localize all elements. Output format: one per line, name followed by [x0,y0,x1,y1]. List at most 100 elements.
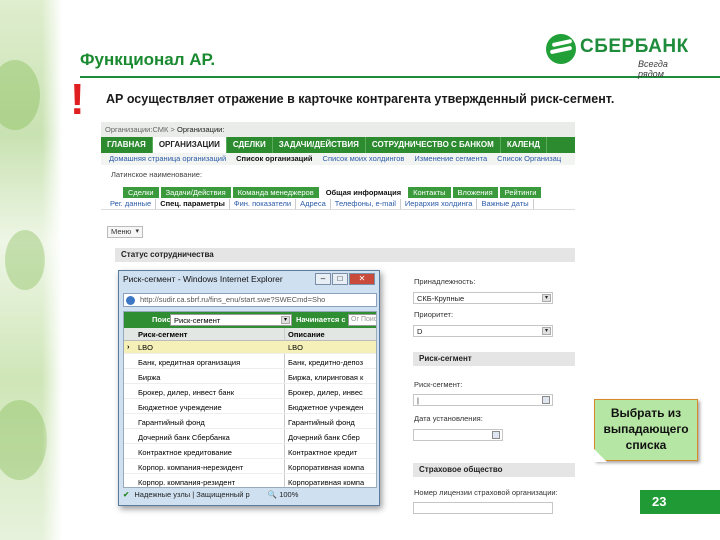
calendar-icon[interactable] [492,431,500,439]
tab-tasks[interactable]: Задачи/Действия [160,187,231,198]
cell-description: Биржа, клиринговая к [288,373,364,382]
main-nav-item[interactable]: СДЕЛКИ [227,137,273,153]
cell-risk-segment: Дочерний банк Сбербанка [138,433,230,442]
main-nav-item-active[interactable]: ОРГАНИЗАЦИИ [152,137,227,153]
search-input[interactable]: Ог Поиск [348,314,376,326]
search-row: Поиск Риск-сегмент ▾ Начинается с Ог Пои… [124,312,376,328]
main-nav-item[interactable]: КАЛЕНД [501,137,547,153]
logo-name: СБЕРБАНК [580,36,689,57]
menu-button[interactable]: Меню [107,226,143,238]
grid-header: Риск-сегмент Описание [124,328,376,341]
subtab-holding-hierarchy[interactable]: Иерархия холдинга [401,199,478,209]
tab-team[interactable]: Команда менеджеров [232,187,319,198]
chevron-down-icon[interactable]: ▾ [281,316,290,324]
section-risk-header: Риск-сегмент [413,352,575,366]
cell-risk-segment: LBO [138,343,154,352]
priority-select[interactable]: D ▾ [413,325,553,337]
license-number-field[interactable] [413,502,553,514]
table-row[interactable]: Банк, кредитная организация Банк, кредит… [124,356,376,369]
zoom-icon: 🔍 [267,490,278,499]
main-nav-item[interactable]: ЗАДАЧИ/ДЕЙСТВИЯ [273,137,366,153]
sub-nav-item[interactable]: Изменение сегмента [409,153,492,165]
priority-value: D [417,327,423,336]
zoom-level[interactable]: 100% [279,490,298,499]
maximize-icon[interactable]: □ [332,273,348,285]
chevron-down-icon[interactable]: ▾ [542,294,551,302]
popup-title: Риск-сегмент - Windows Internet Explorer [123,274,283,284]
tab-contacts[interactable]: Контакты [408,187,451,198]
slide-title: Функционал АР. [80,50,216,69]
title-divider [80,76,720,78]
belonging-select[interactable]: СКБ-Крупные ▾ [413,292,553,304]
record-tabs: Сделки Задачи/Действия Команда менеджеро… [123,187,543,198]
column-header-risk-segment[interactable]: Риск-сегмент [138,330,187,339]
cell-description: LBO [288,343,304,352]
risk-segment-popup-window: Риск-сегмент - Windows Internet Explorer… [118,270,380,506]
cell-description: Дочерний банк Сбер [288,433,360,442]
subtab-fin-indicators[interactable]: Фин. показатели [230,199,297,209]
table-row[interactable]: Бюджетное учреждение Бюджетное учрежден [124,401,376,414]
cell-risk-segment: Брокер, дилер, инвест банк [138,388,234,397]
subtab-reg-data[interactable]: Рег. данные [106,199,157,209]
subtab-addresses[interactable]: Адреса [296,199,331,209]
cell-risk-segment: Банк, кредитная организация [138,358,241,367]
table-row-selected[interactable]: › LBO LBO [124,341,376,354]
leaf-shape [0,400,47,480]
subtab-special-params[interactable]: Спец. параметры [156,199,230,209]
breadcrumb-item[interactable]: Организации:СМК [105,125,168,134]
cell-risk-segment: Бюджетное учреждение [138,403,222,412]
browser-status-bar: ✔ Надежные узлы | Защищенный р 🔍 100% [123,490,377,503]
search-mode-label: Начинается с [296,315,346,324]
breadcrumb-separator: > [170,125,175,134]
sub-nav-item[interactable]: Домашняя страница организаций [104,153,231,165]
logo-slogan: Всегда рядом [638,59,668,79]
record-subtabs: Рег. данные Спец. параметры Фин. показат… [101,199,575,210]
latin-name-label: Латинское наименование: [111,170,203,179]
section-status-header: Статус сотрудничества [115,248,575,262]
table-row[interactable]: Биржа Биржа, клиринговая к [124,371,376,384]
date-set-label: Дата установления: [414,414,483,423]
table-row[interactable]: Корпор. компания-резидент Корпоративная … [124,476,376,487]
main-nav-item[interactable]: СОТРУДНИЧЕСТВО С БАНКОМ [366,137,501,153]
risk-segment-label: Риск-сегмент: [414,380,463,389]
sub-nav-item-active[interactable]: Список организаций [231,153,317,165]
table-row[interactable]: Контрактное кредитование Контрактное кре… [124,446,376,459]
address-bar[interactable]: http://sudir.ca.sbrf.ru/fins_enu/start.s… [123,293,377,307]
statement-text: АР осуществляет отражение в карточке кон… [106,92,615,106]
column-header-description[interactable]: Описание [288,330,325,339]
breadcrumb-item: Организации: [176,125,225,134]
date-set-field[interactable] [413,429,503,441]
cell-description: Корпоративная компа [288,478,365,487]
cell-description: Контрактное кредит [288,448,358,457]
window-controls: – □ ✕ [314,273,375,285]
minimize-icon[interactable]: – [315,273,331,285]
cell-description: Бюджетное учрежден [288,403,364,412]
row-pointer-icon: › [127,342,130,351]
main-nav-item[interactable]: ГЛАВНАЯ [101,137,153,153]
sub-nav-item[interactable]: Список Организац [492,153,566,165]
cell-description: Гарантийный фонд [288,418,355,427]
table-row[interactable]: Брокер, дилер, инвест банк Брокер, дилер… [124,386,376,399]
status-text: Надежные узлы | Защищенный р [134,490,250,499]
cell-description: Банк, кредитно-депоз [288,358,364,367]
subtab-important-dates[interactable]: Важные даты [477,199,534,209]
text-cursor: | [417,396,419,405]
table-row[interactable]: Гарантийный фонд Гарантийный фонд [124,416,376,429]
chevron-down-icon[interactable]: ▾ [542,327,551,335]
belonging-label: Принадлежность: [414,277,476,286]
table-row[interactable]: Корпор. компания-нерезидент Корпоративна… [124,461,376,474]
table-row[interactable]: Дочерний банк Сбербанка Дочерний банк Сб… [124,431,376,444]
pick-list-icon[interactable] [542,396,550,404]
search-field-select[interactable]: Риск-сегмент ▾ [170,314,292,326]
subtab-phones[interactable]: Телефоны, e-mail [331,199,401,209]
close-icon[interactable]: ✕ [349,273,375,285]
tab-ratings[interactable]: Рейтинги [499,187,542,198]
tab-deals[interactable]: Сделки [123,187,159,198]
leaf-shape [5,230,45,290]
cell-description: Брокер, дилер, инвес [288,388,363,397]
sub-nav-item[interactable]: Список моих холдингов [318,153,410,165]
tab-general-info[interactable]: Общая информация [320,187,407,198]
risk-segment-field[interactable]: | [413,394,553,406]
tab-attachments[interactable]: Вложения [452,187,498,198]
license-number-label: Номер лицензии страховой организации: [414,488,558,497]
